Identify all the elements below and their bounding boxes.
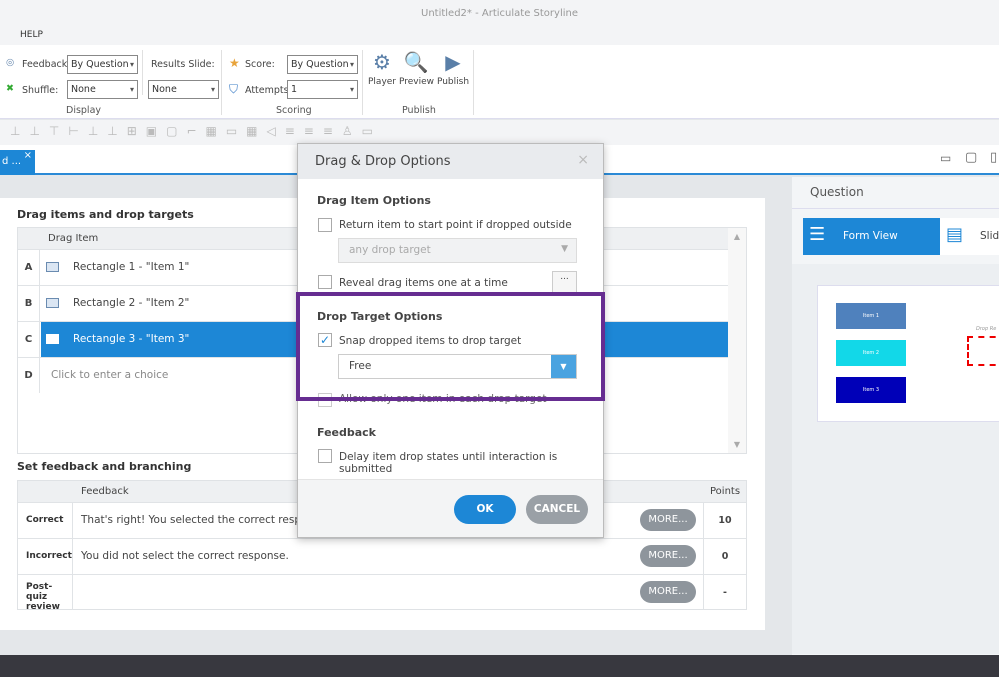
delay-states-checkbox[interactable] [318,449,332,463]
feedback-heading: Feedback [317,426,376,439]
cancel-button[interactable]: CANCEL [526,495,588,524]
return-item-checkbox[interactable] [318,218,332,232]
drag-item-options-heading: Drag Item Options [317,194,431,207]
reveal-items-label: Reveal drag items one at a time [339,277,508,289]
ok-button[interactable]: OK [454,495,516,524]
return-target-select[interactable]: any drop target ▼ [338,238,577,263]
dialog-header: Drag & Drop Options × [298,144,603,179]
dialog-title: Drag & Drop Options [315,154,451,169]
delay-states-label: Delay item drop states until interaction… [339,451,558,475]
close-icon[interactable]: × [577,152,589,168]
chevron-down-icon: ▼ [561,244,568,254]
reveal-items-checkbox[interactable] [318,275,332,289]
reveal-options-button[interactable]: ... [552,271,577,293]
highlight-box [296,292,605,401]
return-item-label: Return item to start point if dropped ou… [339,219,572,231]
